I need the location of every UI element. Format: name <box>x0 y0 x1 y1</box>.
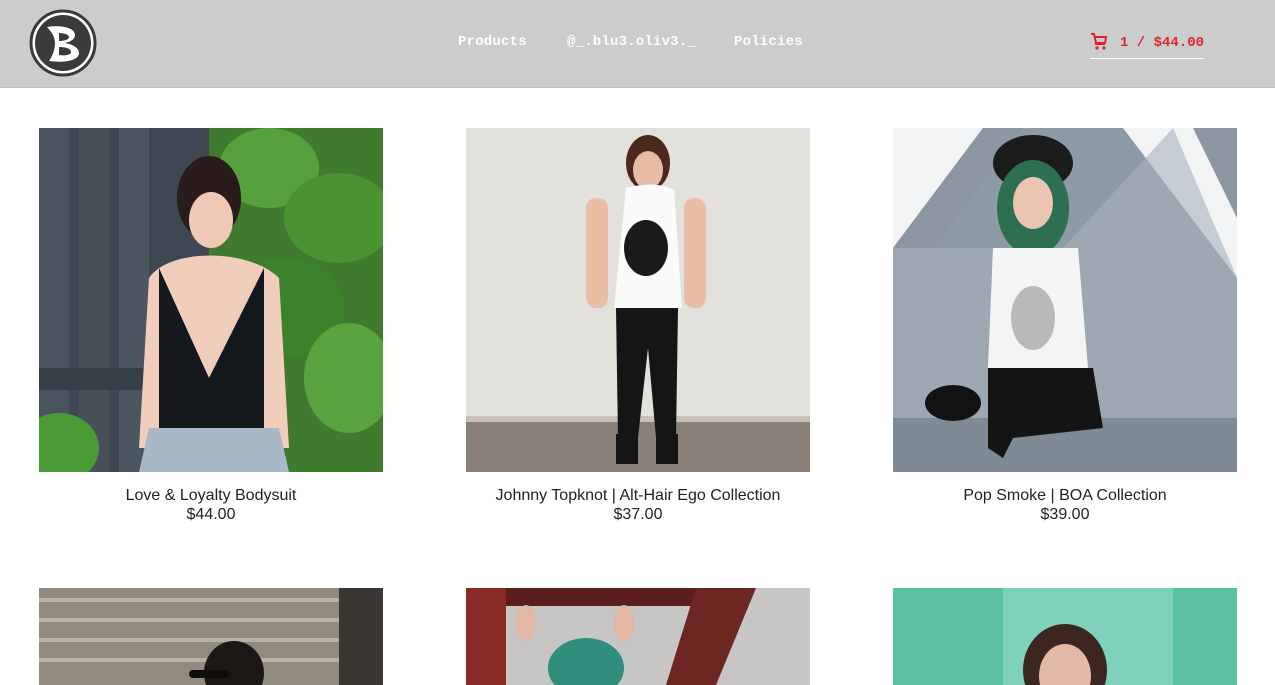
site-header: Products @_.blu3.oliv3._ Policies 1 / $4… <box>0 0 1275 88</box>
product-price: $37.00 <box>613 506 663 523</box>
cart-icon <box>1090 32 1108 50</box>
product-name[interactable]: Johnny Topknot | Alt-Hair Ego Collection <box>446 487 830 505</box>
cart-summary: 1 / $44.00 <box>1120 35 1205 51</box>
product-image[interactable] <box>39 588 383 685</box>
nav-link-policies[interactable]: Policies <box>734 34 803 50</box>
nav-link-products[interactable]: Products <box>458 34 527 50</box>
product-name[interactable]: Love & Loyalty Bodysuit <box>19 487 403 505</box>
product-price: $39.00 <box>1040 506 1090 523</box>
nav-link-instagram[interactable]: @_.blu3.oliv3._ <box>567 34 696 50</box>
product-image[interactable] <box>893 128 1237 472</box>
product-image[interactable] <box>893 588 1237 685</box>
product-price: $44.00 <box>186 506 236 523</box>
cart-button[interactable]: 1 / $44.00 <box>1090 32 1204 59</box>
main-nav: Products @_.blu3.oliv3._ Policies <box>0 34 1275 54</box>
product-image[interactable] <box>466 588 810 685</box>
product-image[interactable] <box>466 128 810 472</box>
product-name[interactable]: Pop Smoke | BOA Collection <box>873 487 1257 505</box>
product-image[interactable] <box>39 128 383 472</box>
